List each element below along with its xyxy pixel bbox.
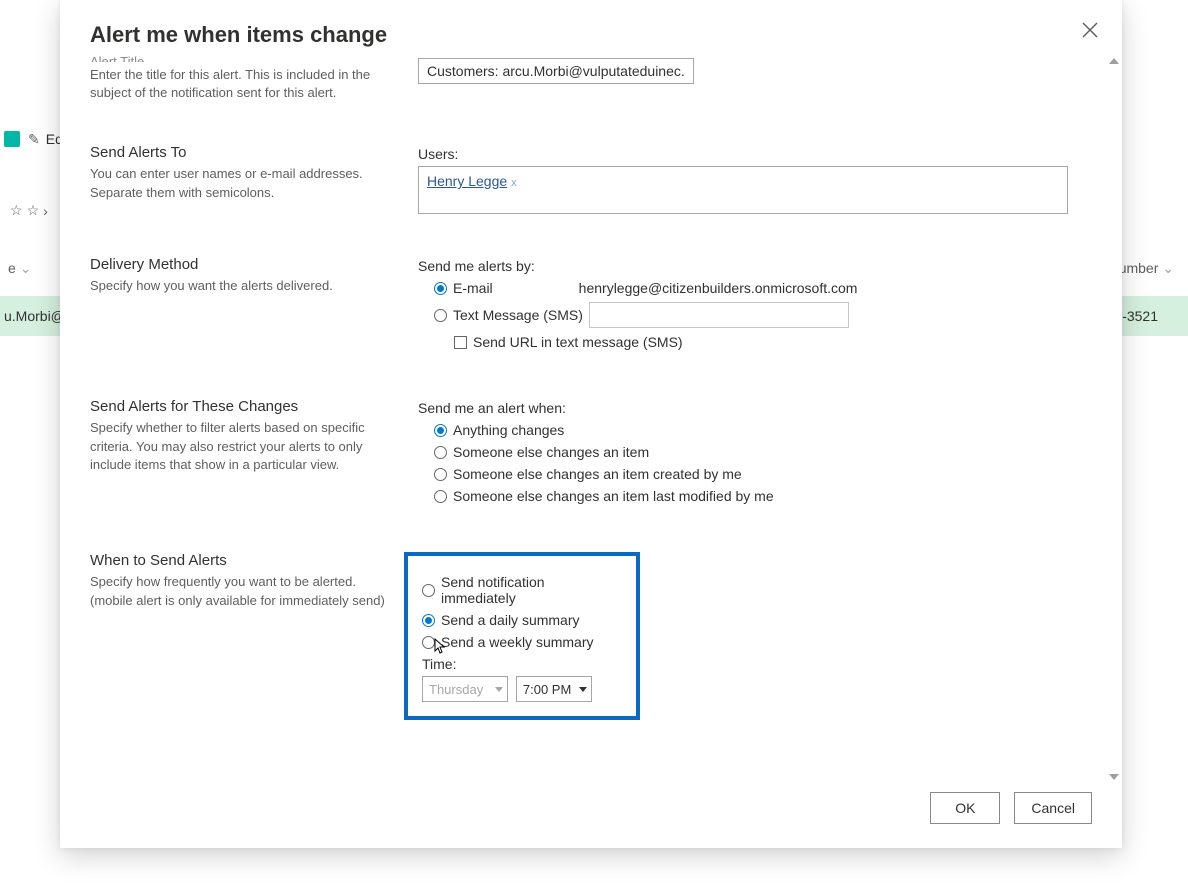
dialog-header: Alert me when items change <box>60 0 1122 54</box>
radio-modified-by-me[interactable] <box>434 490 447 503</box>
sms-phone-input[interactable] <box>589 302 849 328</box>
backdrop-breadcrumb: ☆ ☆ › <box>10 202 48 219</box>
section-delivery: Delivery Method Specify how you want the… <box>90 242 1092 384</box>
chevron-down-icon <box>579 687 587 692</box>
when-desc: Specify how frequently you want to be al… <box>90 573 390 609</box>
changes-heading: Send Alerts for These Changes <box>90 398 390 415</box>
delivery-heading: Delivery Method <box>90 256 390 273</box>
email-address-value: henrylegge@citizenbuilders.onmicrosoft.c… <box>579 280 858 296</box>
alert-title-input[interactable]: Customers: arcu.Morbi@vulputateduinec. <box>418 58 694 84</box>
alert-settings-dialog: Alert me when items change Alert Title E… <box>60 0 1122 848</box>
row-cell-left: u.Morbi@ <box>4 308 65 324</box>
when-heading: When to Send Alerts <box>90 552 390 569</box>
dialog-footer: OK Cancel <box>60 784 1122 848</box>
alert-title-heading: Alert Title <box>90 54 390 62</box>
ok-button[interactable]: OK <box>930 792 1000 824</box>
radio-anything[interactable] <box>434 424 447 437</box>
radio-someone-else[interactable] <box>434 446 447 459</box>
chevron-down-icon <box>495 687 503 692</box>
section-when: When to Send Alerts Specify how frequent… <box>90 538 1092 770</box>
users-label: Users: <box>418 146 1092 162</box>
backdrop-col-name: e ⌄ <box>8 260 31 277</box>
radio-created-by-me[interactable] <box>434 468 447 481</box>
pencil-icon: ✎ <box>28 131 40 148</box>
radio-daily[interactable] <box>422 614 435 627</box>
backdrop-col-number: umber ⌄ <box>1119 260 1174 277</box>
radio-weekly-label: Send a weekly summary <box>441 634 594 650</box>
backdrop-toolbar: ✎ Edi <box>0 124 66 154</box>
radio-sms[interactable] <box>434 309 447 322</box>
send-to-heading: Send Alerts To <box>90 144 390 161</box>
dialog-body: Alert Title Enter the title for this ale… <box>60 54 1122 784</box>
cursor-icon <box>434 638 448 656</box>
radio-immediately[interactable] <box>422 584 435 597</box>
star-icon: ☆ <box>10 202 23 219</box>
cancel-button[interactable]: Cancel <box>1014 792 1092 824</box>
teal-accent <box>4 131 20 147</box>
radio-email[interactable] <box>434 282 447 295</box>
radio-immediately-label: Send notification immediately <box>441 574 622 606</box>
dialog-title: Alert me when items change <box>90 22 387 47</box>
user-chip[interactable]: Henry Legge <box>427 173 507 189</box>
remove-user-icon[interactable]: x <box>511 177 517 189</box>
close-icon[interactable] <box>1078 18 1102 42</box>
scrollbar[interactable] <box>1108 54 1120 784</box>
scroll-up-icon[interactable] <box>1109 58 1119 64</box>
checkbox-send-url[interactable] <box>454 336 467 349</box>
radio-modified-by-me-label: Someone else changes an item last modifi… <box>453 488 774 504</box>
star-icon: ☆ <box>27 202 40 219</box>
users-people-picker[interactable]: Henry Legge x <box>418 166 1068 214</box>
section-alert-title: Alert Title Enter the title for this ale… <box>90 54 1092 130</box>
radio-email-label: E-mail <box>453 280 493 296</box>
radio-anything-label: Anything changes <box>453 422 564 438</box>
frequency-highlight: Send notification immediately Send a dai… <box>404 552 640 720</box>
chevron-right-icon: › <box>43 203 48 219</box>
section-send-to: Send Alerts To You can enter user names … <box>90 130 1092 242</box>
send-to-desc: You can enter user names or e-mail addre… <box>90 165 390 201</box>
radio-daily-label: Send a daily summary <box>441 612 580 628</box>
day-select[interactable]: Thursday <box>422 676 508 702</box>
scroll-down-icon[interactable] <box>1109 774 1119 780</box>
radio-created-by-me-label: Someone else changes an item created by … <box>453 466 742 482</box>
checkbox-send-url-label: Send URL in text message (SMS) <box>473 334 683 350</box>
delivery-label: Send me alerts by: <box>418 258 1092 274</box>
radio-sms-label: Text Message (SMS) <box>453 307 583 323</box>
delivery-desc: Specify how you want the alerts delivere… <box>90 277 390 295</box>
row-cell-right: -3521 <box>1122 308 1158 324</box>
changes-desc: Specify whether to filter alerts based o… <box>90 419 390 474</box>
time-select[interactable]: 7:00 PM <box>516 676 592 702</box>
time-label: Time: <box>422 656 622 672</box>
alert-title-desc: Enter the title for this alert. This is … <box>90 66 390 102</box>
changes-label: Send me an alert when: <box>418 400 1092 416</box>
section-changes: Send Alerts for These Changes Specify wh… <box>90 384 1092 538</box>
radio-someone-else-label: Someone else changes an item <box>453 444 649 460</box>
